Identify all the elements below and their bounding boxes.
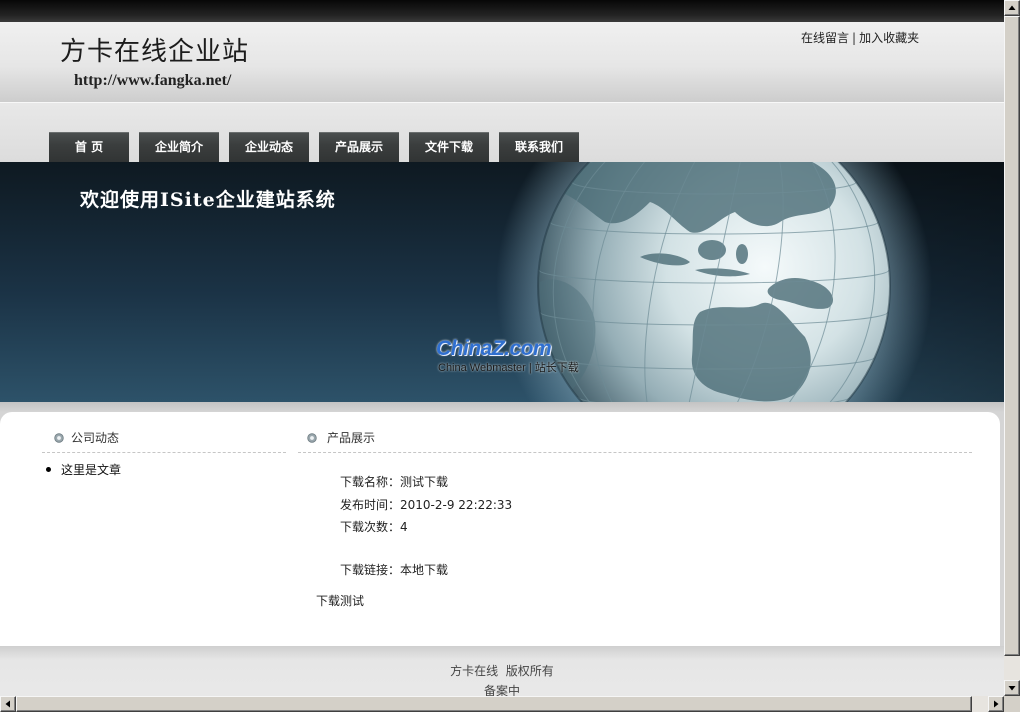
icp-text: 备案中 — [483, 684, 520, 696]
arrow-up-icon — [1008, 5, 1016, 10]
sidebar-heading-label: 公司动态 — [71, 431, 120, 445]
vertical-scrollbar[interactable] — [1004, 0, 1020, 696]
dot-bullet-icon — [46, 467, 51, 472]
horizontal-scroll-thumb[interactable] — [16, 696, 972, 712]
circle-bullet-icon — [54, 433, 64, 443]
circle-bullet-icon — [307, 433, 317, 443]
watermark-logo: ChinaZ.com — [436, 337, 552, 360]
scroll-right-button[interactable] — [988, 696, 1004, 712]
nav-contact[interactable]: 联系我们 — [499, 132, 579, 162]
guestbook-link[interactable]: 在线留言 — [801, 31, 849, 45]
download-description: 下载测试 — [316, 594, 365, 608]
field-label: 下载名称： — [340, 475, 401, 489]
arrow-left-icon — [5, 700, 10, 708]
top-links-separator: | — [852, 31, 857, 45]
field-label: 下载次数： — [340, 520, 401, 534]
publish-time-row: 发布时间：2010-2-9 22:22:33 — [340, 497, 512, 513]
scroll-down-button[interactable] — [1004, 680, 1020, 696]
download-link-row: 下载链接：本地下载 — [340, 562, 448, 578]
horizontal-scrollbar[interactable] — [0, 696, 1004, 712]
copyright-text: 方卡在线 版权所有 — [450, 664, 554, 678]
site-footer: 方卡在线 版权所有 备案中 — [0, 646, 1004, 696]
top-links: 在线留言 | 加入收藏夹 — [801, 30, 919, 46]
field-label: 发布时间： — [340, 498, 401, 512]
field-value: 测试下载 — [400, 475, 449, 489]
scrollbar-corner — [1004, 696, 1020, 712]
scroll-left-button[interactable] — [0, 696, 16, 712]
field-label: 下载链接： — [340, 563, 401, 577]
arrow-right-icon — [994, 700, 999, 708]
nav-products[interactable]: 产品展示 — [319, 132, 399, 162]
nav-about[interactable]: 企业简介 — [139, 132, 219, 162]
hero-banner: 欢迎使用ISite企业建站系统 ChinaZ.com China Webmast… — [0, 162, 1004, 402]
watermark-tagline: China Webmaster | 站长下载 — [438, 362, 579, 374]
top-strip — [0, 0, 1004, 22]
vertical-scroll-thumb[interactable] — [1004, 16, 1020, 656]
local-download-link[interactable]: 本地下载 — [400, 563, 448, 577]
page-viewport: 方卡在线企业站 http://www.fangka.net/ 在线留言 | 加入收藏… — [0, 0, 1004, 696]
add-favorite-link[interactable]: 加入收藏夹 — [859, 31, 919, 45]
nav-band: 首 页 企业简介 企业动态 产品展示 文件下载 联系我们 — [0, 103, 1004, 162]
content-panel: 公司动态 这里是文章 产品展示 下载名称：测试下载 发布时间：2010-2-9 … — [0, 412, 1000, 646]
nav-downloads[interactable]: 文件下载 — [409, 132, 489, 162]
main-divider — [298, 452, 972, 453]
arrow-down-icon — [1008, 686, 1016, 691]
main-heading-label: 产品展示 — [327, 431, 376, 445]
sidebar-divider — [42, 452, 286, 453]
download-name-row: 下载名称：测试下载 — [340, 474, 448, 490]
nav-news[interactable]: 企业动态 — [229, 132, 309, 162]
nav-home[interactable]: 首 页 — [49, 132, 129, 162]
site-title: 方卡在线企业站 — [60, 37, 250, 67]
site-url: http://www.fangka.net/ — [74, 72, 232, 89]
site-header: 方卡在线企业站 http://www.fangka.net/ 在线留言 | 加入收藏… — [0, 22, 1004, 102]
main-nav: 首 页 企业简介 企业动态 产品展示 文件下载 联系我们 — [49, 132, 589, 162]
field-value: 4 — [400, 520, 408, 534]
article-link[interactable]: 这里是文章 — [61, 462, 121, 478]
scroll-up-button[interactable] — [1004, 0, 1020, 16]
welcome-text: 欢迎使用ISite企业建站系统 — [80, 189, 336, 211]
content-wrapper: 公司动态 这里是文章 产品展示 下载名称：测试下载 发布时间：2010-2-9 … — [0, 402, 1004, 646]
download-count-row: 下载次数：4 — [340, 519, 408, 535]
field-value: 2010-2-9 22:22:33 — [400, 498, 513, 512]
